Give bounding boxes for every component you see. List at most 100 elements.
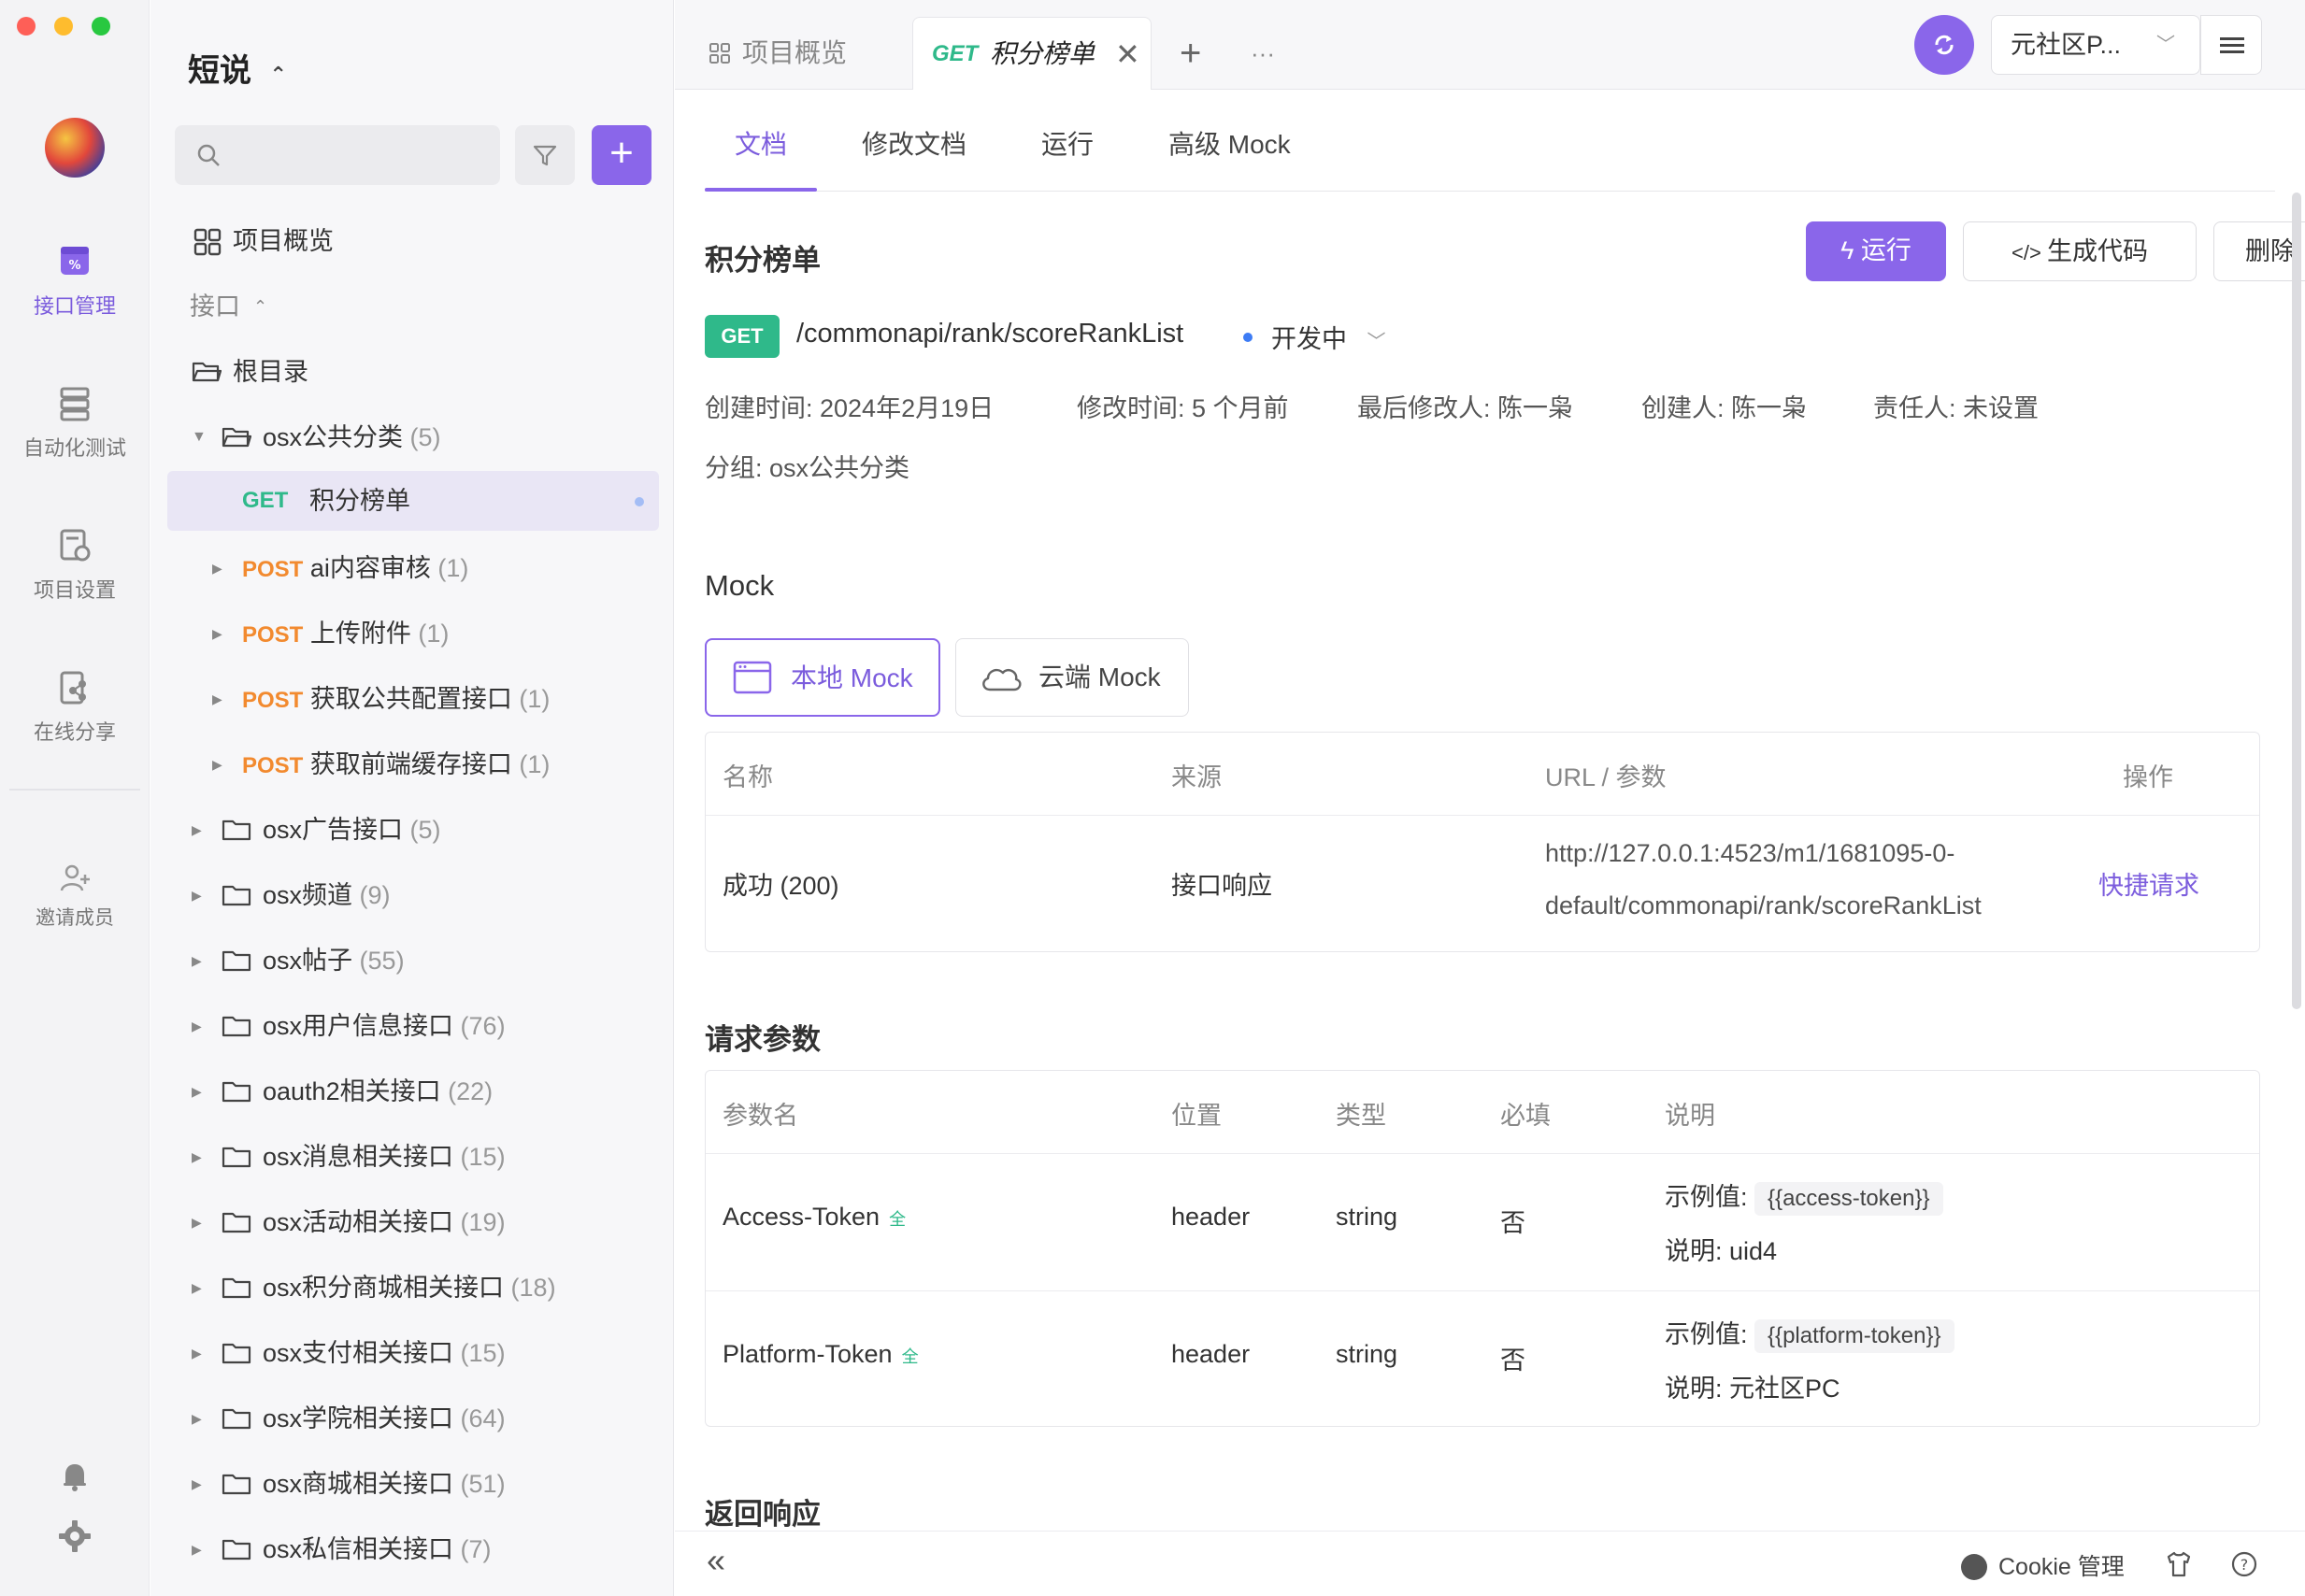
rail-label-share: 在线分享: [33, 720, 116, 744]
user-avatar[interactable]: [45, 118, 105, 178]
bell-icon[interactable]: [56, 1458, 93, 1495]
example-label: 示例值:: [1665, 1320, 1748, 1348]
help-icon[interactable]: ?: [2230, 1550, 2258, 1578]
api-manage-icon: %: [61, 247, 89, 275]
add-api-button[interactable]: +: [592, 125, 651, 185]
endpoint-name: 上传附件: [309, 620, 411, 648]
more-tabs-button[interactable]: ···: [1251, 17, 1275, 90]
folder-count: (76): [460, 1012, 506, 1040]
sidebar-endpoint[interactable]: ▶ POST 上传附件 (1): [150, 604, 674, 663]
caret-right-icon: ▶: [192, 888, 202, 903]
window-zoom-button[interactable]: [92, 17, 110, 36]
new-tab-button[interactable]: +: [1180, 17, 1201, 90]
mock-col-url: URL / 参数: [1545, 763, 1667, 791]
sidebar-folder-open[interactable]: ▼ osx公共分类 (5): [150, 407, 674, 467]
folder-icon: [222, 885, 251, 906]
method-badge-post: POST: [242, 753, 304, 778]
folder-icon: [222, 1539, 251, 1560]
project-switcher[interactable]: 短说 ⌃: [188, 45, 287, 91]
param-name: Access-Token: [723, 1203, 880, 1231]
run-button[interactable]: ϟ 运行: [1806, 221, 1946, 281]
subtab-active-indicator: [705, 188, 817, 192]
sidebar-item-root[interactable]: 根目录: [150, 342, 674, 402]
rail-label-settings: 项目设置: [33, 578, 116, 602]
caret-right-icon: ▶: [192, 1149, 202, 1164]
folder-icon: [222, 1212, 251, 1233]
folder-count: (19): [460, 1208, 506, 1236]
collapse-sidebar-button[interactable]: «: [707, 1541, 725, 1580]
rail-item-api-manage[interactable]: % 接口管理: [0, 241, 150, 320]
sidebar-folder[interactable]: ▶ osx支付相关接口 (15): [150, 1323, 674, 1383]
cloud-mock-label: 云端 Mock: [1038, 663, 1161, 691]
folder-name: osx频道: [263, 881, 353, 909]
filter-button[interactable]: [515, 125, 575, 185]
cloud-icon: [982, 668, 1022, 691]
folder-icon: [222, 1147, 251, 1168]
global-param-mark: 全: [889, 1210, 907, 1229]
sync-icon: [1935, 35, 1954, 55]
sidebar-folder[interactable]: ▶ osx活动相关接口 (19): [150, 1192, 674, 1252]
rail-item-automation[interactable]: 自动化测试: [0, 383, 150, 462]
menu-button[interactable]: [2200, 15, 2262, 75]
local-mock-card[interactable]: 本地 Mock: [705, 638, 940, 717]
shirt-icon[interactable]: [2165, 1550, 2193, 1578]
status-select[interactable]: 开发中 ﹀: [1271, 319, 1386, 355]
sidebar-endpoint[interactable]: ▶ POST ai内容审核 (1): [150, 538, 674, 598]
automation-icon: [60, 387, 90, 421]
sidebar-endpoint[interactable]: ▶ POST 获取前端缓存接口 (1): [150, 734, 674, 794]
cloud-mock-card[interactable]: 云端 Mock: [955, 638, 1189, 717]
param-name: Platform-Token: [723, 1340, 893, 1368]
mock-row-url-line1[interactable]: http://127.0.0.1:4523/m1/1681095-0-: [1545, 839, 1954, 868]
caret-right-icon: ▶: [192, 953, 202, 968]
subtab-run[interactable]: 运行: [1041, 124, 1094, 162]
folder-name: osx帖子: [263, 947, 353, 975]
sidebar-folder[interactable]: ▶ osx商城相关接口 (51): [150, 1454, 674, 1514]
scrollbar[interactable]: [2292, 192, 2301, 1009]
grid-icon: [709, 43, 730, 64]
sync-button[interactable]: [1914, 15, 1974, 75]
sidebar-folder[interactable]: ▶ osx帖子 (55): [150, 931, 674, 990]
tab-active-endpoint[interactable]: GET 积分榜单 ✕: [912, 17, 1152, 90]
example-value: {{access-token}}: [1754, 1182, 1943, 1216]
generate-code-button[interactable]: </> 生成代码: [1963, 221, 2197, 281]
tab-overview[interactable]: 项目概览: [709, 17, 849, 90]
sidebar-endpoint[interactable]: ▶ POST 获取公共配置接口 (1): [150, 669, 674, 729]
status-dot: [1243, 333, 1253, 342]
sidebar-folder[interactable]: ▶ osx私信相关接口 (7): [150, 1519, 674, 1579]
subtab-edit-doc[interactable]: 修改文档: [862, 124, 966, 162]
rail-item-share[interactable]: 在线分享: [0, 667, 150, 746]
window-close-button[interactable]: [17, 17, 36, 36]
param-required: 否: [1500, 1347, 1525, 1375]
meta-owner: 责任人: 未设置: [1873, 394, 2040, 422]
cookie-manager-button[interactable]: Cookie 管理: [1961, 1548, 2125, 1582]
sidebar-folder[interactable]: ▶ osx广告接口 (5): [150, 800, 674, 860]
sidebar-endpoint-selected[interactable]: GET 积分榜单: [167, 471, 659, 531]
response-section-title: 返回响应: [705, 1498, 821, 1531]
chevron-updown-icon: ⌃: [269, 63, 287, 86]
api-tree-sidebar: 短说 ⌃ + 项目概览 接口 ⌃ 根目录 ▼ osx公共分类 (5) GET 积…: [150, 0, 674, 1596]
rail-item-invite[interactable]: 邀请成员: [0, 862, 150, 931]
sidebar-item-overview[interactable]: 项目概览: [150, 211, 674, 271]
team-select[interactable]: 元社区P... ﹀: [1991, 15, 2200, 75]
meta-modified: 修改时间: 5 个月前: [1077, 394, 1289, 422]
folder-name: osx私信相关接口: [263, 1535, 454, 1563]
params-table: 参数名 位置 类型 必填 说明 Access-Token 全 header str…: [705, 1070, 2260, 1427]
gear-icon[interactable]: [56, 1518, 93, 1555]
rail-item-settings[interactable]: 项目设置: [0, 525, 150, 604]
sidebar-folder[interactable]: ▶ osx频道 (9): [150, 865, 674, 925]
subtab-doc[interactable]: 文档: [735, 124, 787, 162]
search-input[interactable]: [175, 125, 500, 185]
example-label: 示例值:: [1665, 1183, 1748, 1211]
sidebar-folder[interactable]: ▶ osx用户信息接口 (76): [150, 996, 674, 1056]
subtab-advanced-mock[interactable]: 高级 Mock: [1168, 124, 1291, 162]
sidebar-section-api[interactable]: 接口 ⌃: [150, 277, 674, 336]
mock-row-url-line2[interactable]: default/commonapi/rank/scoreRankList: [1545, 891, 1982, 920]
window-minimize-button[interactable]: [54, 17, 73, 36]
sidebar-folder[interactable]: ▶ oauth2相关接口 (22): [150, 1062, 674, 1121]
sidebar-folder[interactable]: ▶ osx积分商城相关接口 (18): [150, 1258, 674, 1318]
close-icon[interactable]: ✕: [1115, 18, 1140, 91]
sidebar-folder[interactable]: ▶ osx消息相关接口 (15): [150, 1127, 674, 1187]
quick-request-link[interactable]: 快捷请求: [2098, 865, 2199, 902]
mock-col-source: 来源: [1171, 763, 1222, 791]
sidebar-folder[interactable]: ▶ osx学院相关接口 (64): [150, 1389, 674, 1448]
